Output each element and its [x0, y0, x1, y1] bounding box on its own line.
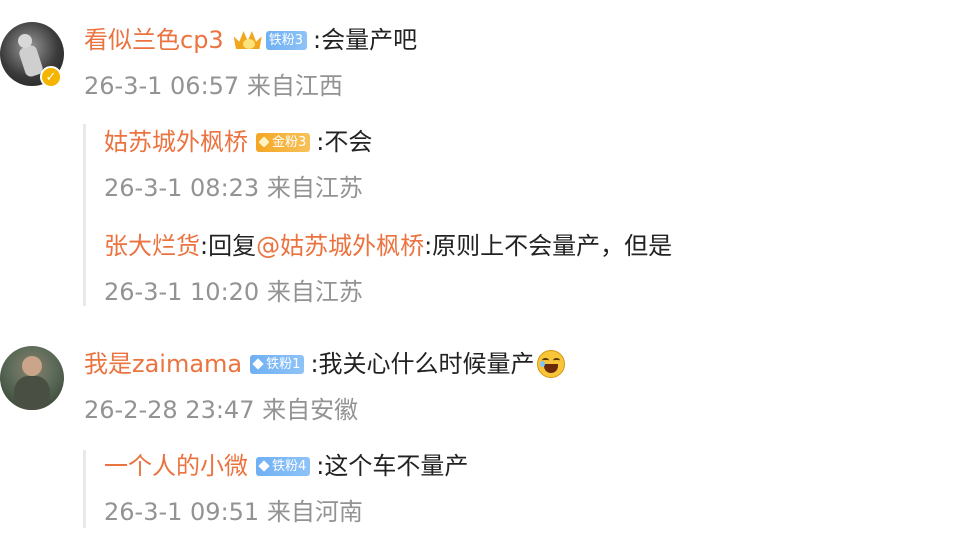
fan-badge[interactable]: 铁粉4: [256, 456, 311, 476]
reply-text: :这个车不量产: [316, 452, 469, 480]
fan-badge[interactable]: 铁粉3: [265, 30, 307, 50]
reply-username[interactable]: 张大烂货: [104, 230, 200, 262]
avatar[interactable]: [0, 346, 64, 410]
reply-text: :不会: [316, 128, 373, 156]
reply-time: 26-3-1 08:23 来自江苏: [104, 174, 363, 202]
crown-icon: [232, 27, 266, 53]
reply-text: :原则上不会量产，但是: [424, 232, 673, 260]
comment-text: :我关心什么时候量产: [310, 350, 535, 378]
comment-username[interactable]: 看似兰色cp3: [84, 24, 224, 56]
comment-text: :会量产吧: [312, 26, 418, 54]
reply-header: 姑苏城外枫桥 金粉3 :不会: [104, 126, 372, 158]
reply-time: 26-3-1 09:51 来自河南: [104, 498, 363, 526]
reply-prefix: :回复: [200, 232, 257, 260]
grinning-tears-emoji-icon: [536, 350, 565, 378]
reply-thread-bar: [83, 450, 86, 528]
fan-badge[interactable]: 铁粉1: [250, 354, 305, 374]
reply-username[interactable]: 姑苏城外枫桥: [104, 126, 248, 158]
reply-header: 张大烂货 :回复 @姑苏城外枫桥 :原则上不会量产，但是: [104, 230, 672, 262]
diamond-icon: [258, 460, 270, 472]
diamond-icon: [258, 136, 270, 148]
comment-time: 26-2-28 23:47 来自安徽: [84, 396, 359, 424]
verified-icon: ✓: [40, 66, 62, 88]
reply-username[interactable]: 一个人的小微: [104, 450, 248, 482]
comment-header: 看似兰色cp3 铁粉3 :会量产吧: [84, 24, 417, 56]
mention-link[interactable]: @姑苏城外枫桥: [256, 230, 424, 262]
comment-time: 26-3-1 06:57 来自江西: [84, 72, 343, 100]
fan-badge[interactable]: 金粉3: [256, 132, 311, 152]
comment-header: 我是zaimama 铁粉1 :我关心什么时候量产: [84, 348, 565, 380]
comment-username[interactable]: 我是zaimama: [84, 348, 242, 380]
diamond-icon: [252, 358, 264, 370]
reply-time: 26-3-1 10:20 来自江苏: [104, 278, 363, 306]
reply-thread-bar: [83, 124, 86, 306]
reply-header: 一个人的小微 铁粉4 :这个车不量产: [104, 450, 468, 482]
